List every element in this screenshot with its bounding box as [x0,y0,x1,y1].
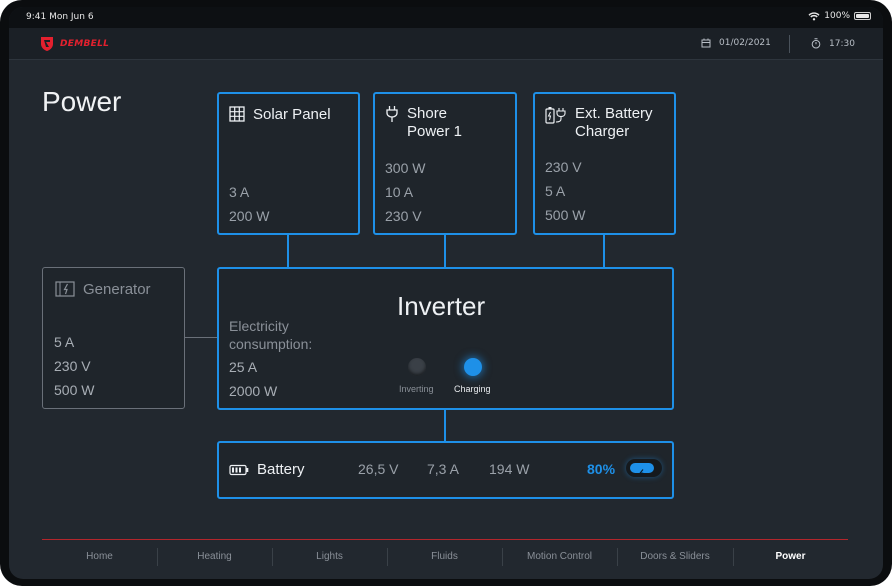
solar-power: 200 W [229,208,270,224]
ext-charger-power: 500 W [545,207,586,223]
status-bar: 9:41 Mon Jun 6 100% [9,7,883,28]
battery-power: 194 W [489,461,530,477]
charging-label: Charging [454,384,491,394]
nav-fluids[interactable]: Fluids [387,551,502,562]
brand-name: DEMBELL [60,39,110,49]
brand-logo[interactable]: DEMBELL [40,36,109,52]
generator-label: Generator [83,281,151,298]
ext-charger-current: 5 A [545,183,566,199]
generator-power: 500 W [54,382,95,398]
battery-title: Battery [229,461,305,479]
app-header: DEMBELL 01/02/2021 17:30 [9,28,883,60]
shore-power-label: Shore Power 1 [407,105,462,141]
screen: 9:41 Mon Jun 6 100% DEMBELL 01/02/2021 1… [9,7,883,579]
battery-icon [229,464,249,476]
calendar-icon [701,38,711,48]
charging-indicator[interactable] [464,358,482,376]
shore-power-card[interactable]: Shore Power 1 300 W 10 A 230 V [373,92,517,235]
battery-percent: 100% [824,11,850,21]
shore-power-label-line1: Shore [407,105,448,122]
shield-logo-icon [41,37,53,51]
solar-panel-title: Solar Panel [229,106,331,124]
stopwatch-icon [811,38,821,49]
nav-home[interactable]: Home [42,551,157,562]
generator-current: 5 A [54,334,75,350]
electricity-consumption-label: Electricity consumption: [229,317,312,353]
link-charger-inverter [603,234,605,268]
solar-current: 3 A [229,184,250,200]
inverter-title: Inverter [397,291,486,321]
date-text: 01/02/2021 [719,38,771,48]
solar-panel-icon [229,106,245,122]
battery-card[interactable]: Battery 26,5 V 7,3 A 194 W 80% [217,441,674,499]
battery-label: Battery [257,461,305,478]
shore-power-watts: 300 W [385,160,426,176]
inverter-power: 2000 W [229,383,278,399]
toggle-knob [630,463,654,477]
wifi-icon [808,11,820,20]
consumption-label-line1: Electricity [229,318,289,334]
inverter-current: 25 A [229,359,258,375]
status-time: 9:41 Mon Jun 6 [26,12,94,22]
bottom-nav: Home Heating Lights Fluids Motion Contro… [42,539,848,573]
shore-voltage: 230 V [385,208,422,224]
header-divider [789,35,790,53]
page-title: Power [42,86,122,117]
battery-percent-value: 80% [587,461,616,477]
link-generator-inverter [184,337,217,338]
generator-card[interactable]: Generator 5 A 230 V 500 W [42,267,185,409]
link-solar-inverter [287,234,289,268]
generator-voltage: 230 V [54,358,91,374]
inverting-indicator[interactable] [408,358,426,376]
nav-heating[interactable]: Heating [157,551,272,562]
shore-current: 10 A [385,184,414,200]
generator-icon [55,281,75,297]
battery-current: 7,3 A [427,461,459,477]
bolt-icon [638,469,644,477]
shore-power-title: Shore Power 1 [385,105,462,141]
battery-charge-toggle[interactable] [626,459,662,477]
ext-charger-voltage: 230 V [545,159,582,175]
nav-motion-control[interactable]: Motion Control [502,551,617,562]
battery-charger-icon [545,107,566,124]
ext-battery-charger-card[interactable]: Ext. Battery Charger 230 V 5 A 500 W [533,92,676,235]
timer-text: 17:30 [829,38,855,49]
status-right: 100% [808,11,871,21]
battery-status-icon [854,12,871,20]
tablet-frame: 9:41 Mon Jun 6 100% DEMBELL 01/02/2021 1… [0,0,892,586]
battery-voltage: 26,5 V [358,461,399,477]
ext-charger-label-line2: Charger [575,123,630,140]
solar-panel-label: Solar Panel [253,106,331,123]
nav-lights[interactable]: Lights [272,551,387,562]
ext-charger-label: Ext. Battery Charger [575,105,653,141]
solar-panel-card[interactable]: Solar Panel 3 A 200 W [217,92,360,235]
header-timer[interactable]: 17:30 [811,38,855,49]
nav-doors-sliders[interactable]: Doors & Sliders [617,551,733,562]
link-shore-inverter [444,234,446,268]
shore-power-label-line2: Power 1 [407,123,463,140]
generator-title: Generator [55,281,151,299]
consumption-label-line2: consumption: [229,336,313,352]
header-date[interactable]: 01/02/2021 [701,38,771,48]
inverter-card[interactable]: Inverter Electricity consumption: 25 A 2… [217,267,674,410]
inverting-label: Inverting [399,384,434,394]
ext-charger-title: Ext. Battery Charger [545,105,653,141]
plug-icon [386,106,398,122]
link-inverter-battery [444,409,446,442]
nav-power[interactable]: Power [733,551,848,562]
ext-charger-label-line1: Ext. Battery [575,105,653,122]
